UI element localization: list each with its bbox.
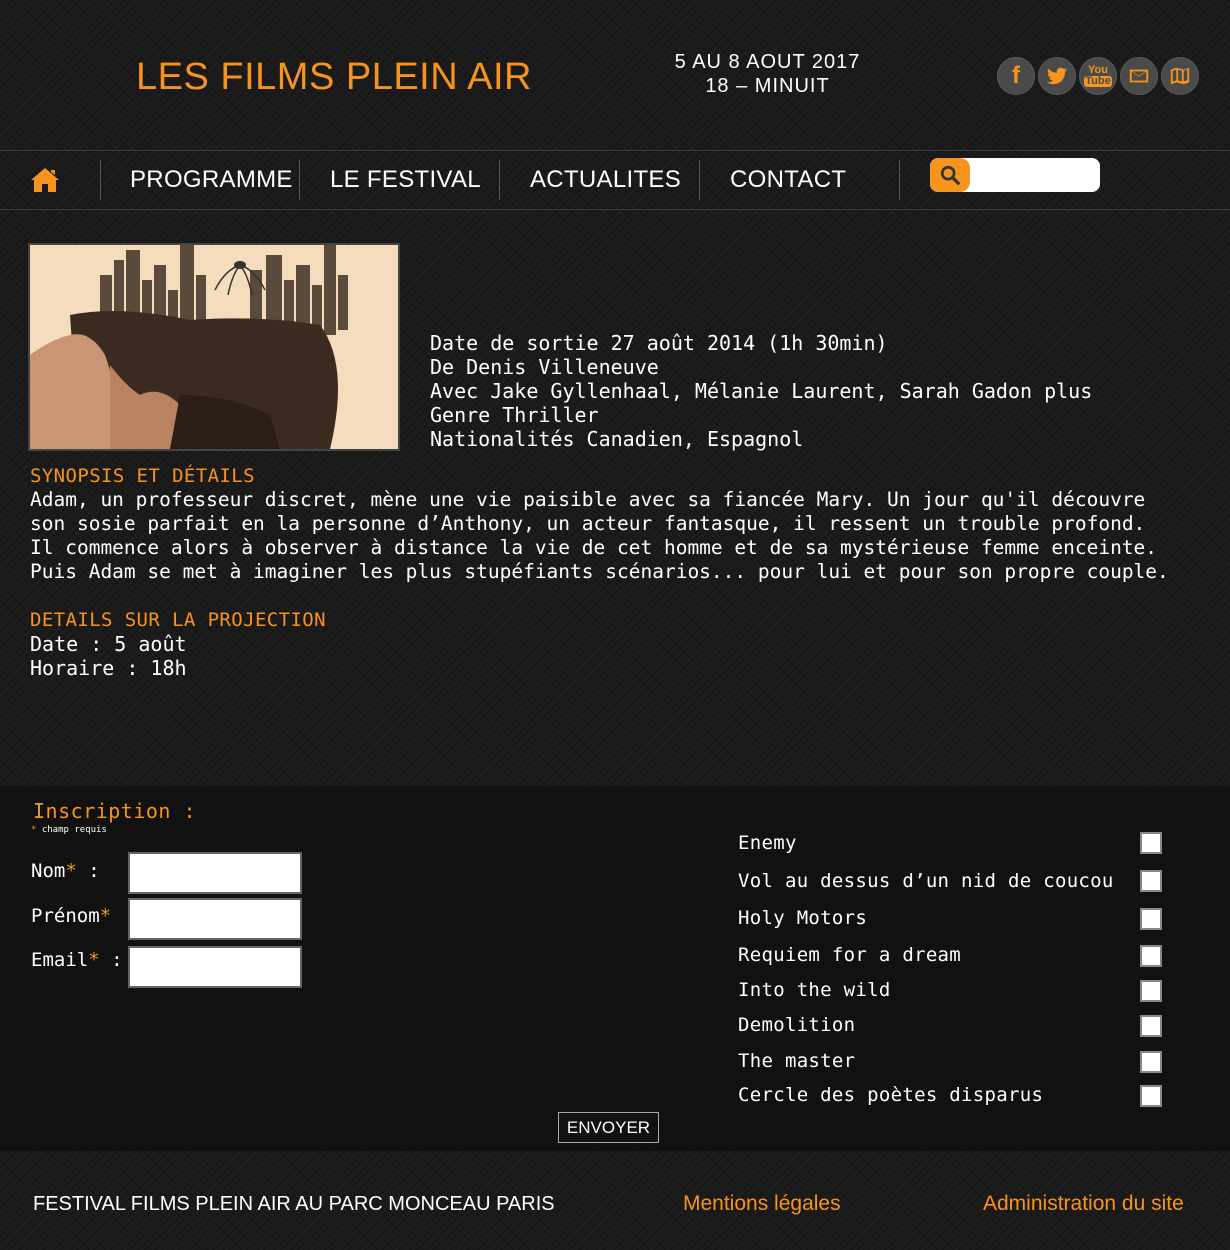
nav-separator (100, 160, 101, 200)
film-info: Date de sortie 27 août 2014 (1h 30min) D… (430, 331, 1092, 451)
search-input[interactable] (974, 162, 1098, 190)
film-checkbox-the-master[interactable] (1140, 1051, 1162, 1073)
nav-contact[interactable]: CONTACT (730, 166, 846, 194)
film-checkbox-vol-au-dessus[interactable] (1140, 870, 1162, 892)
nav-actualites[interactable]: ACTUALITES (530, 166, 681, 194)
film-director: De Denis Villeneuve (430, 355, 659, 379)
synopsis-line: Il commence alors à observer à distance … (30, 536, 1158, 559)
nom-label: Nom* : (31, 860, 100, 882)
site-admin-link[interactable]: Administration du site (983, 1192, 1184, 1216)
film-option-label: Demolition (738, 1014, 856, 1036)
facebook-link[interactable]: f (997, 57, 1035, 95)
film-genre: Genre Thriller (430, 403, 599, 427)
synopsis-line: Adam, un professeur discret, mène une vi… (30, 488, 1146, 511)
nav-programme[interactable]: PROGRAMME (130, 166, 293, 194)
search-button[interactable] (930, 158, 970, 192)
film-checkbox-holy-motors[interactable] (1140, 908, 1162, 930)
poster-image (30, 245, 398, 449)
film-option-label: Cercle des poètes disparus (738, 1084, 1044, 1106)
prenom-input[interactable] (128, 898, 302, 940)
dates-line-2: 18 – MINUIT (705, 75, 830, 97)
nav-separator (899, 160, 900, 200)
twitter-icon (1046, 67, 1068, 85)
festival-dates: 5 AU 8 AOUT 2017 18 – MINUIT (640, 50, 895, 98)
film-release-date: Date de sortie 27 août 2014 (1h 30min) (430, 331, 888, 355)
nav-separator (299, 160, 300, 200)
submit-button[interactable]: ENVOYER (558, 1112, 659, 1143)
youtube-icon: You Tube (1084, 64, 1112, 87)
search-box (930, 158, 1100, 192)
synopsis-line: Puis Adam se met à imaginer les plus stu… (30, 560, 1169, 583)
film-option-label: Enemy (738, 832, 797, 854)
map-link[interactable] (1161, 57, 1199, 95)
legal-notice-link[interactable]: Mentions légales (683, 1192, 841, 1216)
film-checkbox-cercle-des-poetes[interactable] (1140, 1085, 1162, 1107)
required-note: * champ requis (31, 825, 107, 835)
projection-details: Date : 5 août Horaire : 18h (30, 632, 187, 680)
film-option-label: The master (738, 1050, 856, 1072)
film-option-label: Into the wild (738, 979, 891, 1001)
nom-input[interactable] (128, 852, 302, 894)
nav-le-festival[interactable]: LE FESTIVAL (330, 166, 481, 194)
film-checkbox-requiem[interactable] (1140, 945, 1162, 967)
email-label: Email* : (31, 949, 123, 971)
projection-time: Horaire : 18h (30, 656, 187, 680)
form-title: Inscription : (33, 799, 197, 823)
footer-text: FESTIVAL FILMS PLEIN AIR AU PARC MONCEAU… (33, 1193, 555, 1215)
search-icon (940, 165, 960, 185)
nav-separator (499, 160, 500, 200)
prenom-label: Prénom* (31, 905, 112, 927)
home-icon[interactable] (30, 167, 60, 193)
map-icon (1170, 67, 1190, 85)
email-link[interactable] (1120, 57, 1158, 95)
facebook-icon: f (1012, 62, 1020, 89)
envelope-icon (1129, 69, 1149, 83)
projection-title: DETAILS SUR LA PROJECTION (30, 609, 326, 631)
film-checkbox-demolition[interactable] (1140, 1015, 1162, 1037)
film-option-label: Vol au dessus d’un nid de coucou (738, 870, 1114, 892)
film-option-label: Requiem for a dream (738, 944, 962, 966)
synopsis-line: son sosie parfait en la personne d’Antho… (30, 512, 1146, 535)
projection-date: Date : 5 août (30, 632, 187, 656)
site-title[interactable]: LES FILMS PLEIN AIR (136, 56, 532, 99)
film-option-label: Holy Motors (738, 907, 868, 929)
film-poster (28, 243, 400, 451)
synopsis-text: Adam, un professeur discret, mène une vi… (30, 488, 1220, 584)
youtube-link[interactable]: You Tube (1079, 57, 1117, 95)
film-cast: Avec Jake Gyllenhaal, Mélanie Laurent, S… (430, 379, 1093, 403)
synopsis-title: SYNOPSIS ET DÉTAILS (30, 465, 255, 487)
dates-line-1: 5 AU 8 AOUT 2017 (674, 51, 861, 73)
film-checkbox-into-the-wild[interactable] (1140, 980, 1162, 1002)
nav-separator (699, 160, 700, 200)
email-input[interactable] (128, 946, 302, 988)
twitter-link[interactable] (1038, 57, 1076, 95)
film-nationality: Nationalités Canadien, Espagnol (430, 427, 804, 451)
film-checkbox-enemy[interactable] (1140, 832, 1162, 854)
